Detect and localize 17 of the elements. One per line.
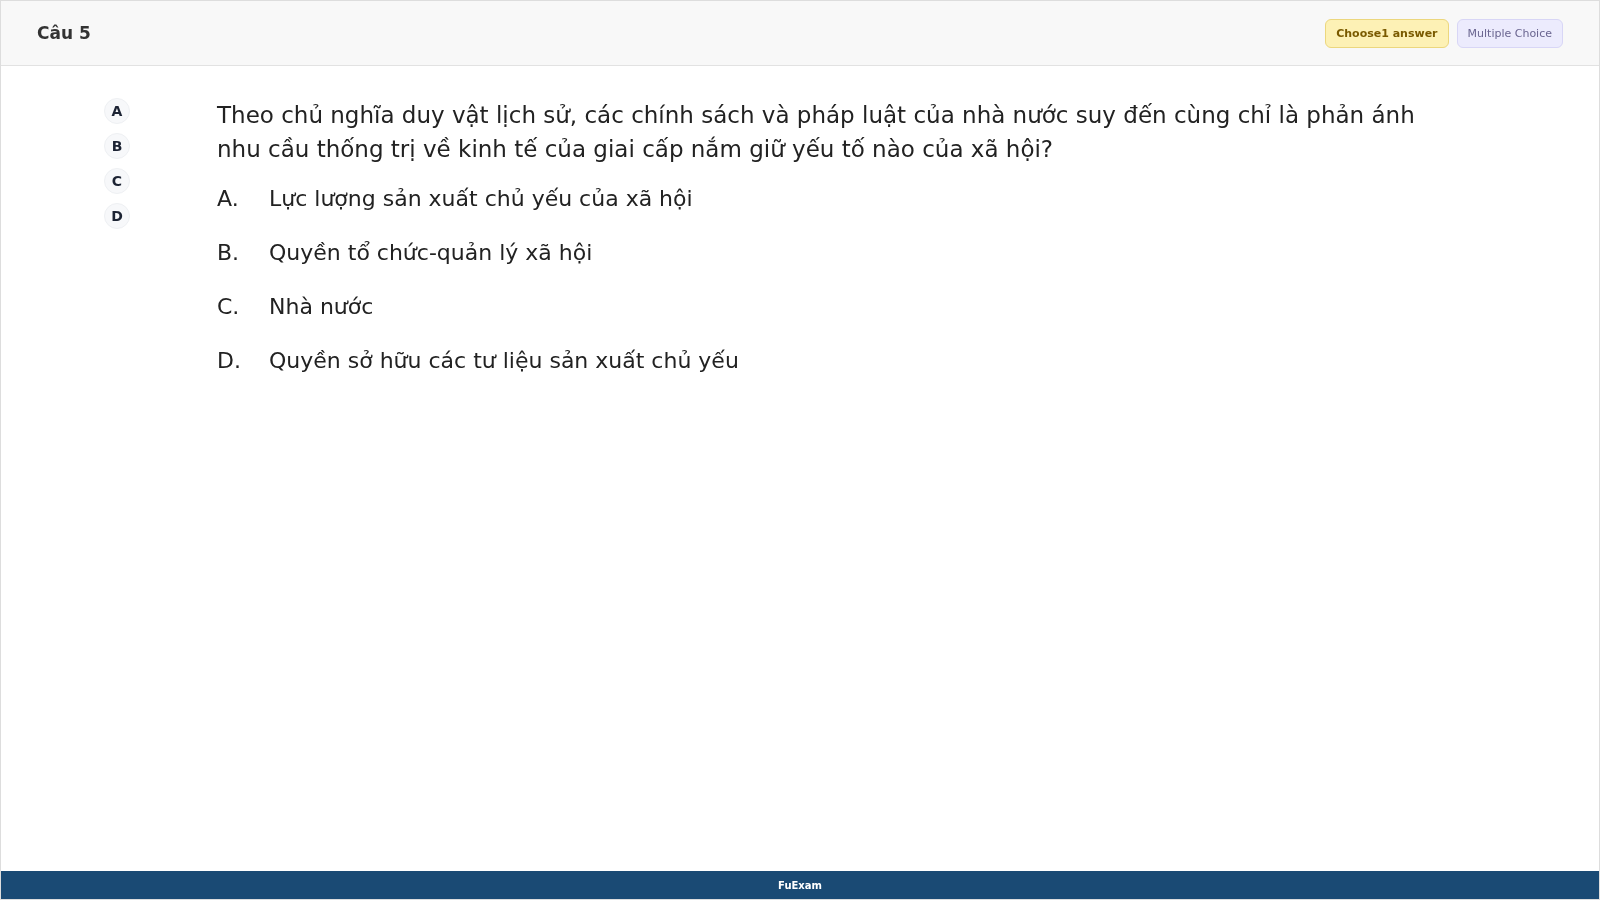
answer-button[interactable]: B [104,133,130,159]
answer-button[interactable]: D [104,203,130,229]
question-text: Theo chủ nghĩa duy vật lịch sử, các chính sách và pháp luật của nhà nước suy đến cùng chỉ là phản ánh nhu cầu thống trị về kinh tế của giai cấp nắm giữ yếu tố nào của xã hội? [217,101,1416,164]
badge: Choose1 answer [1325,18,1449,48]
option-letter: A. [217,186,240,211]
question-number: Câu 5 [37,23,91,43]
answer-button[interactable]: C [104,168,130,194]
answer-button[interactable]: A [104,98,130,124]
option-text: Lực lượng sản xuất chủ yếu của xã hội [269,186,693,211]
option-text: Nhà nước [269,294,374,319]
option-text: Quyền tổ chức-quản lý xã hội [269,240,593,265]
option-letter: C. [217,294,241,319]
option-letter: B. [217,240,241,265]
badge: Multiple Choice [1456,18,1563,48]
footer-text: FuExam [778,879,822,891]
option-text: Quyền sở hữu các tư liệu sản xuất chủ yếu [269,348,739,373]
option-letter: D. [217,348,242,373]
